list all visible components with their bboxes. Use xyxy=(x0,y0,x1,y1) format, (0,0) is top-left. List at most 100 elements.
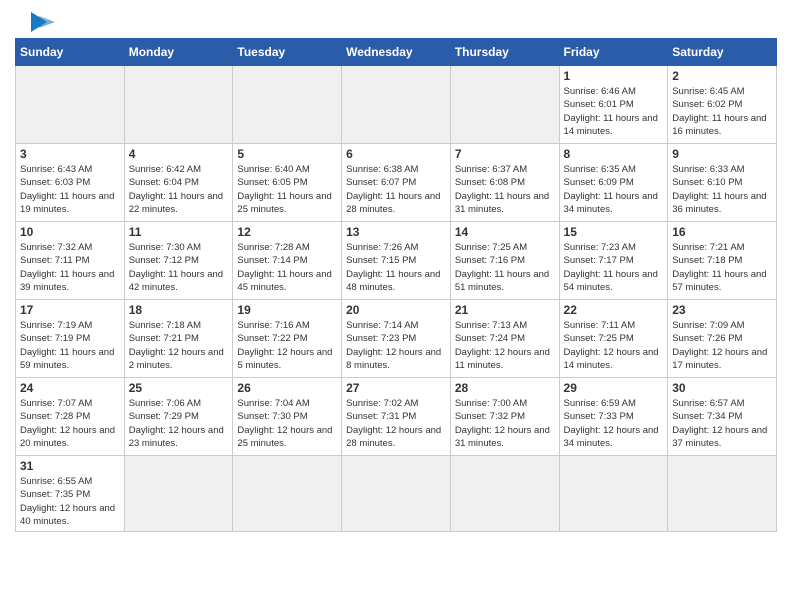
day-info: Sunrise: 7:13 AM Sunset: 7:24 PM Dayligh… xyxy=(455,319,555,372)
calendar-cell xyxy=(342,456,451,532)
day-number: 31 xyxy=(20,459,120,473)
weekday-header-thursday: Thursday xyxy=(450,39,559,66)
calendar-cell xyxy=(450,66,559,144)
day-number: 27 xyxy=(346,381,446,395)
day-info: Sunrise: 6:45 AM Sunset: 6:02 PM Dayligh… xyxy=(672,85,772,138)
day-info: Sunrise: 6:40 AM Sunset: 6:05 PM Dayligh… xyxy=(237,163,337,216)
day-info: Sunrise: 6:37 AM Sunset: 6:08 PM Dayligh… xyxy=(455,163,555,216)
day-info: Sunrise: 7:07 AM Sunset: 7:28 PM Dayligh… xyxy=(20,397,120,450)
calendar-cell xyxy=(124,456,233,532)
day-number: 29 xyxy=(564,381,664,395)
calendar-cell: 8Sunrise: 6:35 AM Sunset: 6:09 PM Daylig… xyxy=(559,144,668,222)
calendar-cell: 27 Sunrise: 7:02 AM Sunset: 7:31 PM Dayli… xyxy=(342,378,451,456)
calendar-cell: 30Sunrise: 6:57 AM Sunset: 7:34 PM Dayli… xyxy=(668,378,777,456)
calendar-cell: 15 Sunrise: 7:23 AM Sunset: 7:17 PM Dayli… xyxy=(559,222,668,300)
calendar-week-row: 31 Sunrise: 6:55 AM Sunset: 7:35 PM Dayli… xyxy=(16,456,777,532)
calendar-cell: 18 Sunrise: 7:18 AM Sunset: 7:21 PM Dayli… xyxy=(124,300,233,378)
calendar-cell: 20 Sunrise: 7:14 AM Sunset: 7:23 PM Dayli… xyxy=(342,300,451,378)
day-info: Sunrise: 7:25 AM Sunset: 7:16 PM Dayligh… xyxy=(455,241,555,294)
day-info: Sunrise: 6:38 AM Sunset: 6:07 PM Dayligh… xyxy=(346,163,446,216)
calendar-week-row: 1 Sunrise: 6:46 AM Sunset: 6:01 PM Daylig… xyxy=(16,66,777,144)
calendar-cell: 24 Sunrise: 7:07 AM Sunset: 7:28 PM Dayli… xyxy=(16,378,125,456)
day-number: 10 xyxy=(20,225,120,239)
day-info: Sunrise: 7:14 AM Sunset: 7:23 PM Dayligh… xyxy=(346,319,446,372)
day-number: 4 xyxy=(129,147,229,161)
calendar-cell: 31 Sunrise: 6:55 AM Sunset: 7:35 PM Dayli… xyxy=(16,456,125,532)
day-number: 28 xyxy=(455,381,555,395)
day-number: 14 xyxy=(455,225,555,239)
day-number: 12 xyxy=(237,225,337,239)
logo-icon xyxy=(19,10,55,34)
day-number: 9 xyxy=(672,147,772,161)
day-number: 15 xyxy=(564,225,664,239)
calendar-cell: 4 Sunrise: 6:42 AM Sunset: 6:04 PM Daylig… xyxy=(124,144,233,222)
calendar-cell: 29Sunrise: 6:59 AM Sunset: 7:33 PM Dayli… xyxy=(559,378,668,456)
day-info: Sunrise: 7:00 AM Sunset: 7:32 PM Dayligh… xyxy=(455,397,555,450)
day-number: 1 xyxy=(564,69,664,83)
calendar-cell xyxy=(342,66,451,144)
calendar-cell: 12Sunrise: 7:28 AM Sunset: 7:14 PM Dayli… xyxy=(233,222,342,300)
calendar-cell: 3 Sunrise: 6:43 AM Sunset: 6:03 PM Daylig… xyxy=(16,144,125,222)
calendar-cell: 26 Sunrise: 7:04 AM Sunset: 7:30 PM Dayli… xyxy=(233,378,342,456)
day-number: 2 xyxy=(672,69,772,83)
day-number: 25 xyxy=(129,381,229,395)
calendar-cell: 16 Sunrise: 7:21 AM Sunset: 7:18 PM Dayli… xyxy=(668,222,777,300)
weekday-header-monday: Monday xyxy=(124,39,233,66)
calendar-cell: 9 Sunrise: 6:33 AM Sunset: 6:10 PM Daylig… xyxy=(668,144,777,222)
day-number: 19 xyxy=(237,303,337,317)
weekday-header-sunday: Sunday xyxy=(16,39,125,66)
day-number: 20 xyxy=(346,303,446,317)
day-info: Sunrise: 7:18 AM Sunset: 7:21 PM Dayligh… xyxy=(129,319,229,372)
weekday-header-tuesday: Tuesday xyxy=(233,39,342,66)
day-number: 26 xyxy=(237,381,337,395)
calendar-cell: 19 Sunrise: 7:16 AM Sunset: 7:22 PM Dayli… xyxy=(233,300,342,378)
calendar-cell: 28 Sunrise: 7:00 AM Sunset: 7:32 PM Dayli… xyxy=(450,378,559,456)
day-info: Sunrise: 7:04 AM Sunset: 7:30 PM Dayligh… xyxy=(237,397,337,450)
day-number: 13 xyxy=(346,225,446,239)
day-info: Sunrise: 7:09 AM Sunset: 7:26 PM Dayligh… xyxy=(672,319,772,372)
day-number: 21 xyxy=(455,303,555,317)
calendar-cell: 22 Sunrise: 7:11 AM Sunset: 7:25 PM Dayli… xyxy=(559,300,668,378)
day-info: Sunrise: 6:46 AM Sunset: 6:01 PM Dayligh… xyxy=(564,85,664,138)
weekday-header-friday: Friday xyxy=(559,39,668,66)
day-info: Sunrise: 7:16 AM Sunset: 7:22 PM Dayligh… xyxy=(237,319,337,372)
day-number: 7 xyxy=(455,147,555,161)
day-number: 6 xyxy=(346,147,446,161)
calendar-week-row: 3 Sunrise: 6:43 AM Sunset: 6:03 PM Daylig… xyxy=(16,144,777,222)
day-info: Sunrise: 6:55 AM Sunset: 7:35 PM Dayligh… xyxy=(20,475,120,528)
day-info: Sunrise: 6:33 AM Sunset: 6:10 PM Dayligh… xyxy=(672,163,772,216)
day-number: 24 xyxy=(20,381,120,395)
day-info: Sunrise: 6:43 AM Sunset: 6:03 PM Dayligh… xyxy=(20,163,120,216)
calendar-cell: 14 Sunrise: 7:25 AM Sunset: 7:16 PM Dayli… xyxy=(450,222,559,300)
day-number: 11 xyxy=(129,225,229,239)
calendar-week-row: 10 Sunrise: 7:32 AM Sunset: 7:11 PM Dayli… xyxy=(16,222,777,300)
calendar-cell: 21 Sunrise: 7:13 AM Sunset: 7:24 PM Dayli… xyxy=(450,300,559,378)
day-info: Sunrise: 7:21 AM Sunset: 7:18 PM Dayligh… xyxy=(672,241,772,294)
day-number: 16 xyxy=(672,225,772,239)
calendar-cell: 2 Sunrise: 6:45 AM Sunset: 6:02 PM Daylig… xyxy=(668,66,777,144)
day-info: Sunrise: 7:19 AM Sunset: 7:19 PM Dayligh… xyxy=(20,319,120,372)
weekday-header-wednesday: Wednesday xyxy=(342,39,451,66)
day-info: Sunrise: 7:06 AM Sunset: 7:29 PM Dayligh… xyxy=(129,397,229,450)
day-info: Sunrise: 7:02 AM Sunset: 7:31 PM Dayligh… xyxy=(346,397,446,450)
day-number: 18 xyxy=(129,303,229,317)
calendar-cell: 1 Sunrise: 6:46 AM Sunset: 6:01 PM Daylig… xyxy=(559,66,668,144)
calendar-cell xyxy=(233,456,342,532)
calendar-cell xyxy=(16,66,125,144)
day-number: 5 xyxy=(237,147,337,161)
day-info: Sunrise: 7:11 AM Sunset: 7:25 PM Dayligh… xyxy=(564,319,664,372)
page-header xyxy=(15,10,777,34)
calendar-cell: 25 Sunrise: 7:06 AM Sunset: 7:29 PM Dayli… xyxy=(124,378,233,456)
day-info: Sunrise: 6:35 AM Sunset: 6:09 PM Dayligh… xyxy=(564,163,664,216)
day-info: Sunrise: 6:42 AM Sunset: 6:04 PM Dayligh… xyxy=(129,163,229,216)
calendar-cell: 17 Sunrise: 7:19 AM Sunset: 7:19 PM Dayli… xyxy=(16,300,125,378)
calendar-cell: 23 Sunrise: 7:09 AM Sunset: 7:26 PM Dayli… xyxy=(668,300,777,378)
day-number: 3 xyxy=(20,147,120,161)
day-number: 22 xyxy=(564,303,664,317)
calendar-cell xyxy=(450,456,559,532)
day-info: Sunrise: 7:32 AM Sunset: 7:11 PM Dayligh… xyxy=(20,241,120,294)
day-info: Sunrise: 7:23 AM Sunset: 7:17 PM Dayligh… xyxy=(564,241,664,294)
calendar-cell: 6 Sunrise: 6:38 AM Sunset: 6:07 PM Daylig… xyxy=(342,144,451,222)
day-number: 23 xyxy=(672,303,772,317)
day-number: 17 xyxy=(20,303,120,317)
